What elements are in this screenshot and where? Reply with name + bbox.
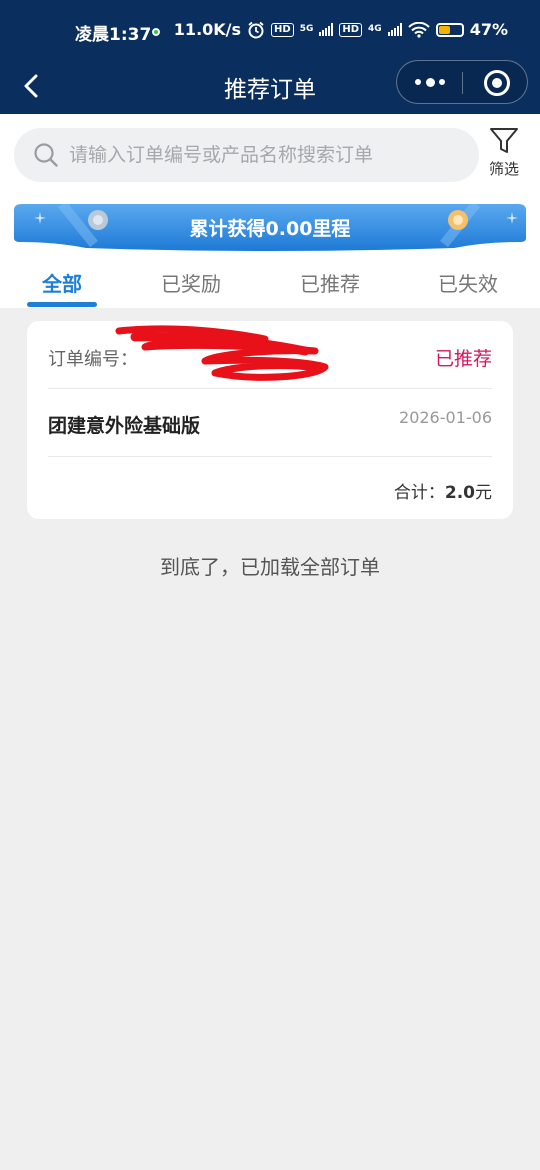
order-status-tabs: 全部 已奖励 已推荐 已失效 [0,264,540,308]
divider [48,456,492,457]
status-bar: 凌晨1:37 11.0K/s HD 5G HD 4G 47% [0,0,540,60]
hd-badge-1: HD [271,22,294,37]
divider [48,388,492,389]
signal-type-1: 5G [299,24,314,34]
status-time: 凌晨1:37 [75,25,152,45]
total-amount: 2.0 [444,483,475,503]
tab-all[interactable]: 全部 [17,268,107,297]
total-label: 合计： [393,483,445,503]
total-unit: 元 [475,483,492,503]
wifi-icon [407,21,430,38]
redaction-scribble [115,325,329,381]
search-bar [14,128,479,182]
signal-icon-2 [387,23,402,36]
mileage-banner: 累计获得0.00里程 [14,204,526,252]
filter-button[interactable]: 筛选 [484,126,524,186]
order-date: 2026-01-06 [399,408,492,427]
close-miniprogram-icon[interactable] [484,70,510,96]
signal-type-2: 4G [368,24,382,34]
search-input[interactable] [69,138,459,172]
miniprogram-capsule [396,60,528,104]
battery-level: 47% [469,20,508,39]
net-speed: 11.0K/s [173,20,242,39]
tab-recommended[interactable]: 已推荐 [285,268,375,297]
order-status-badge: 已推荐 [434,348,492,370]
nav-bar: 推荐订单 [0,60,540,114]
signal-icon-1 [319,23,334,36]
active-tab-indicator [27,302,97,307]
order-card[interactable]: 订单编号： 已推荐 团建意外险基础版 2026-01-06 合计：2.0元 [27,321,513,519]
capsule-divider [462,72,463,94]
alarm-icon [248,21,264,38]
status-indicators: 11.0K/s HD 5G HD 4G 47% [174,20,508,39]
funnel-icon [490,128,518,153]
order-total: 合计：2.0元 [394,478,492,503]
product-name: 团建意外险基础版 [48,415,201,437]
app-notification-icon [150,26,162,38]
tab-expired[interactable]: 已失效 [423,268,513,297]
tab-rewarded[interactable]: 已奖励 [146,268,236,297]
mileage-text: 累计获得0.00里程 [189,218,351,240]
top-panel: 筛选 累计获得0.00里程 全部 已奖励 已推荐 已失效 [0,114,540,308]
filter-label: 筛选 [488,160,519,178]
more-options-icon[interactable] [415,74,445,90]
hd-badge-2: HD [339,22,363,37]
list-end-message: 到底了，已加载全部订单 [160,555,380,579]
battery-icon [435,22,464,37]
search-icon [34,143,58,167]
